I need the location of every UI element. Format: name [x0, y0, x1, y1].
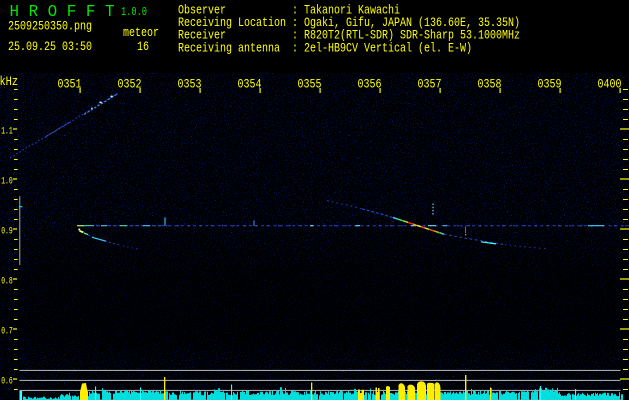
svg-text:0351: 0351	[58, 77, 82, 92]
svg-text:0355: 0355	[298, 77, 322, 92]
svg-text:1.0.0: 1.0.0	[121, 5, 147, 19]
svg-text:0.9: 0.9	[1, 226, 13, 238]
svg-text:0.8: 0.8	[1, 276, 13, 288]
svg-text:0357: 0357	[418, 77, 442, 92]
svg-text:25.09.25 03:50: 25.09.25 03:50	[8, 39, 92, 54]
svg-text:0358: 0358	[478, 77, 502, 92]
svg-text:0353: 0353	[178, 77, 202, 92]
svg-text:2el-HB9CV Vertical (el. E-W): 2el-HB9CV Vertical (el. E-W)	[304, 40, 472, 55]
svg-text:kHz: kHz	[0, 74, 18, 89]
svg-text:0356: 0356	[358, 77, 382, 92]
svg-text:0400: 0400	[598, 77, 622, 92]
svg-text:1.1: 1.1	[1, 126, 13, 138]
svg-text:0352: 0352	[118, 77, 142, 92]
svg-text:0.6: 0.6	[1, 376, 13, 388]
svg-text:0359: 0359	[538, 77, 562, 92]
svg-text::: :	[292, 40, 298, 55]
svg-text:2509250350.png: 2509250350.png	[8, 20, 92, 34]
svg-text:0.7: 0.7	[1, 326, 13, 338]
svg-text:Receiving antenna: Receiving antenna	[178, 40, 280, 55]
svg-text:1.0: 1.0	[1, 176, 13, 188]
svg-text:16: 16	[137, 39, 149, 54]
svg-text:0354: 0354	[238, 77, 262, 92]
